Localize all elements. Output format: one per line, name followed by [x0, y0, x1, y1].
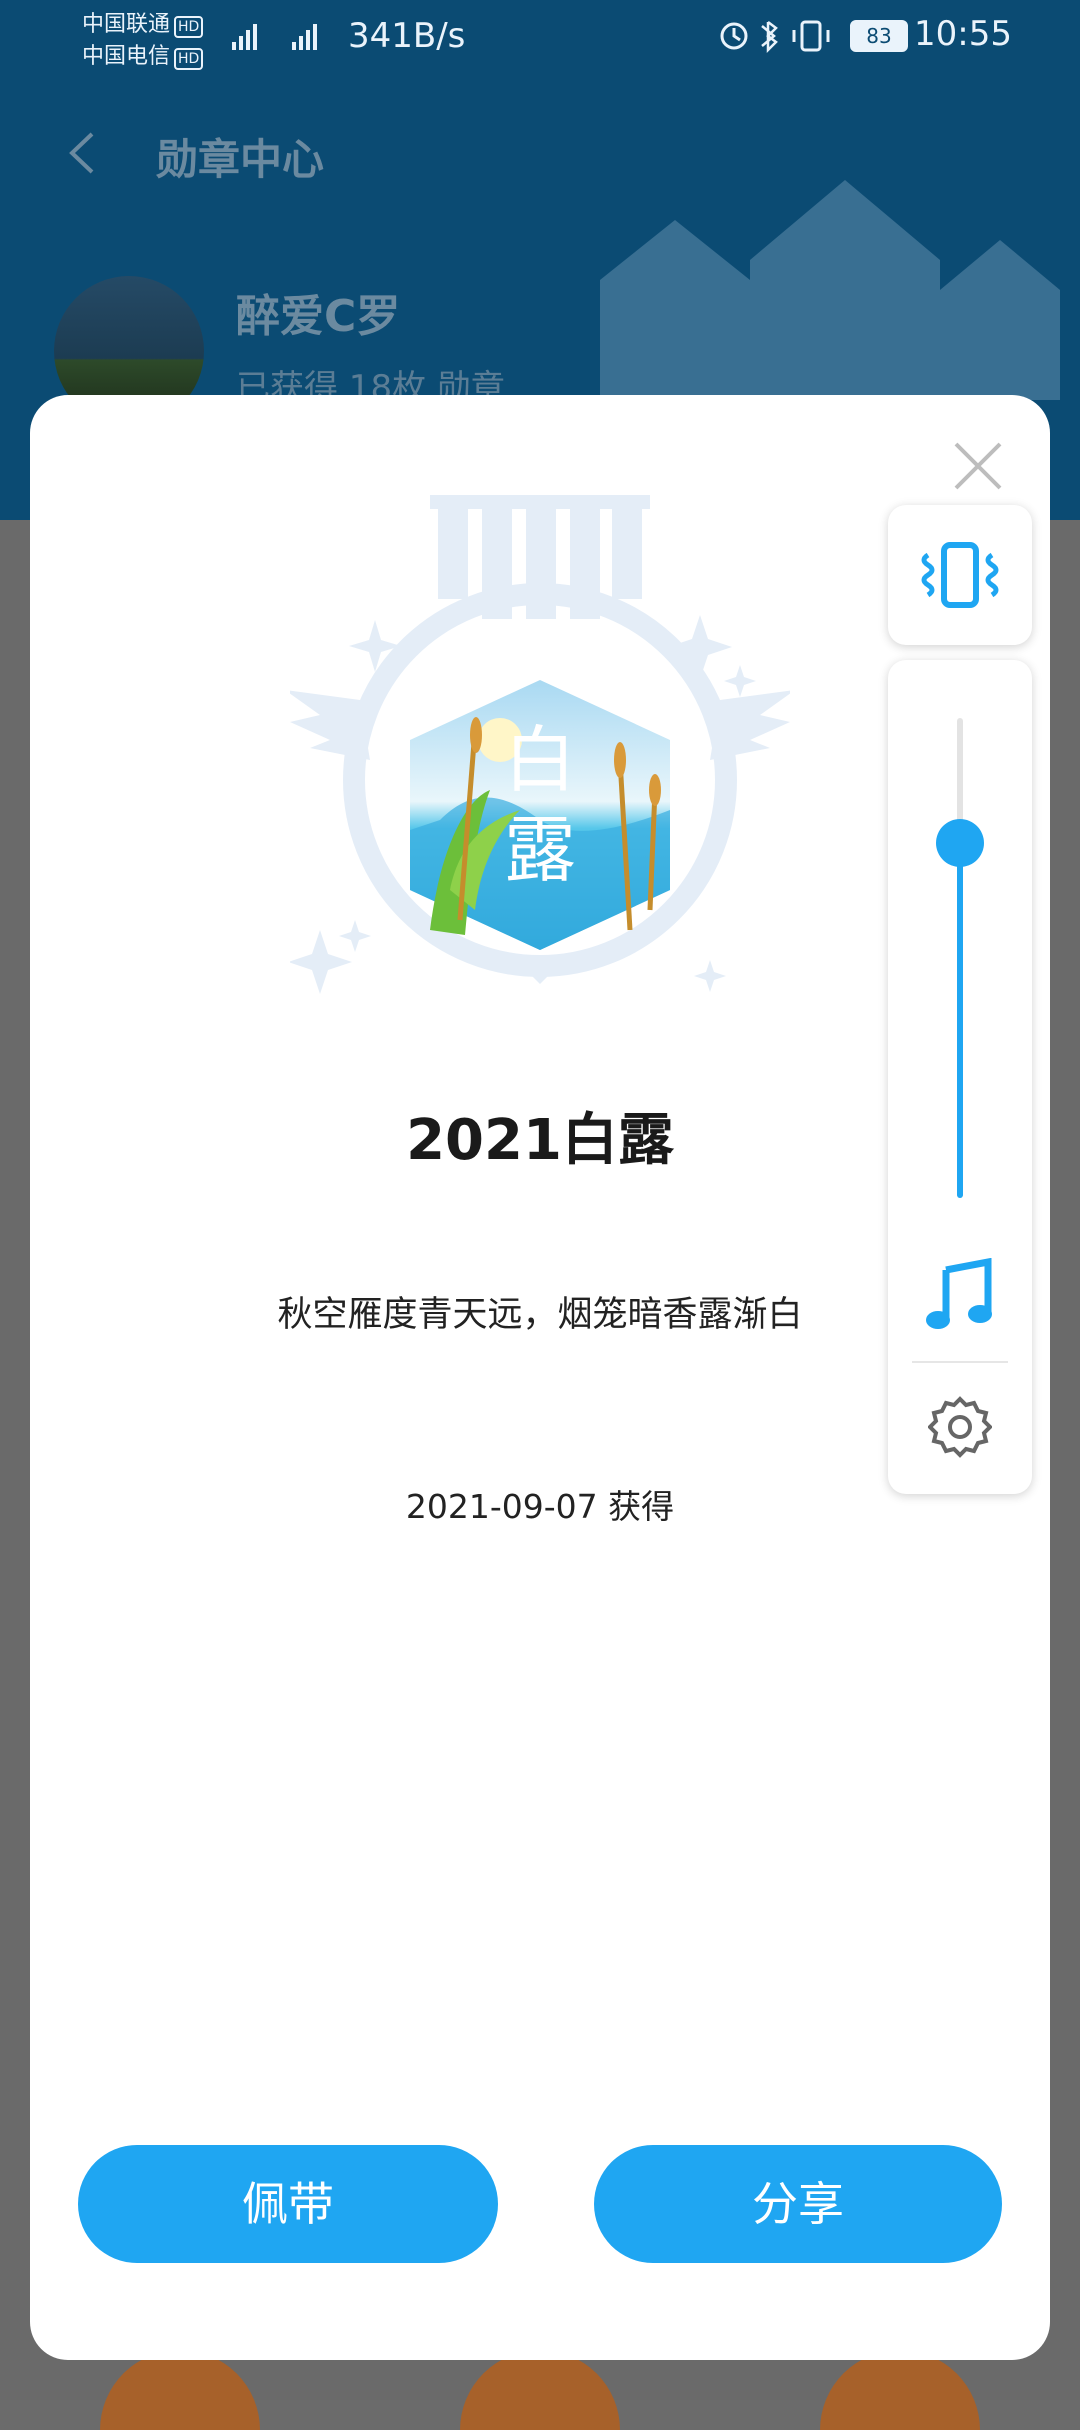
clock: 10:55: [914, 14, 1012, 54]
music-note-icon[interactable]: [924, 1258, 996, 1334]
carrier-2-label: 中国电信: [82, 44, 171, 69]
medal-emblem: 白 露: [290, 495, 790, 994]
battery-indicator: 83: [850, 20, 908, 52]
volume-slider-fill: [957, 843, 963, 1198]
close-icon[interactable]: [950, 438, 1006, 494]
network-speed: 341B/s: [348, 16, 466, 56]
hd-badge: HD: [174, 48, 204, 70]
vibrate-icon: [921, 542, 999, 608]
status-icons: [720, 20, 830, 54]
volume-panel-divider: [912, 1361, 1008, 1363]
hd-badge: HD: [174, 16, 204, 38]
vibrate-toggle[interactable]: [888, 505, 1032, 645]
emblem-text-top: 白: [504, 718, 576, 802]
back-icon[interactable]: [62, 128, 102, 178]
wear-button[interactable]: 佩带: [78, 2145, 498, 2263]
emblem-text-bottom: 露: [504, 808, 576, 892]
volume-slider-thumb[interactable]: [936, 819, 984, 867]
carrier-1-label: 中国联通: [82, 12, 171, 37]
share-button[interactable]: 分享: [594, 2145, 1002, 2263]
gear-icon[interactable]: [928, 1395, 992, 1459]
header-decoration: [600, 180, 1060, 400]
carrier-2: 中国电信 HD: [82, 38, 204, 70]
carrier-1: 中国联通 HD: [82, 6, 204, 38]
page-title: 勋章中心: [156, 135, 325, 184]
signal-icon: [232, 24, 317, 50]
username: 醉爱C罗: [236, 291, 401, 342]
